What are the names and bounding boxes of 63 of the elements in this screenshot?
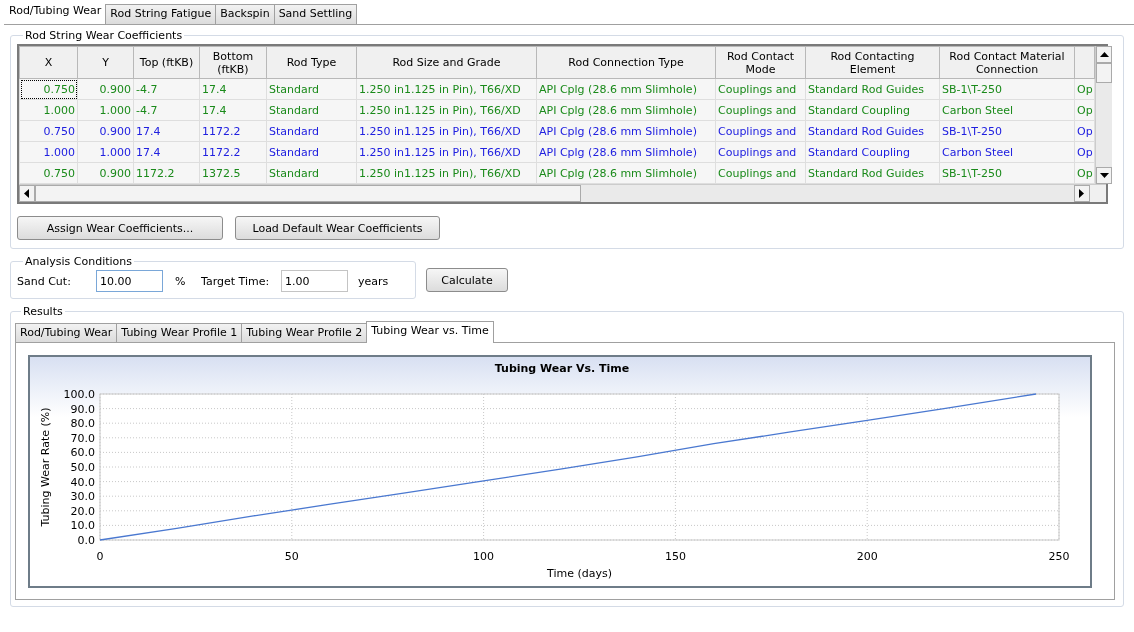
table-cell: 0.750 (19, 120, 78, 142)
column-header[interactable]: Rod Size and Grade (356, 46, 537, 79)
x-axis-title: Time (days) (547, 567, 612, 580)
table-cell: 0.750 (19, 162, 78, 184)
sand-cut-field[interactable]: 10.00 (96, 270, 163, 292)
tab[interactable]: Tubing Wear Profile 2 (241, 323, 368, 342)
tab[interactable]: Rod String Fatigue (105, 4, 217, 24)
up-arrow-icon (1099, 51, 1109, 58)
group-title: Rod String Wear Coefficients (24, 29, 184, 42)
target-time-field[interactable]: 1.00 (281, 270, 348, 292)
x-tick-label: 50 (284, 550, 299, 563)
horizontal-scrollbar[interactable] (19, 184, 1106, 202)
table-cell: 1.000 (19, 141, 78, 163)
x-tick-label: 200 (856, 550, 878, 563)
x-tick-label: 250 (1048, 550, 1070, 563)
field-label: Sand Cut: (17, 274, 72, 288)
left-arrow-icon (24, 189, 30, 198)
y-tick-label: 60.0 (70, 446, 95, 460)
unit-label: years (357, 274, 389, 288)
table-cell: 1.000 (19, 99, 78, 121)
action-button[interactable]: Assign Wear Coefficients... (17, 216, 223, 240)
calculate-button[interactable]: Calculate (426, 268, 508, 292)
column-header[interactable]: Y (77, 46, 134, 79)
column-header[interactable]: Rod Contact Material Connection (939, 46, 1075, 79)
tab[interactable]: Tubing Wear vs. Time (366, 321, 494, 343)
group-title: Analysis Conditions (24, 255, 134, 268)
y-tick-label: 80.0 (70, 417, 95, 431)
column-header[interactable] (1074, 46, 1095, 79)
right-arrow-icon (1079, 189, 1085, 198)
tab[interactable]: Tubing Wear Profile 1 (116, 323, 243, 342)
column-header[interactable]: Rod Type (266, 46, 357, 79)
y-tick-label: 50.0 (70, 461, 95, 474)
down-arrow-icon (1099, 172, 1109, 179)
scroll-thumb[interactable] (35, 185, 581, 202)
x-tick-label: 100 (473, 550, 495, 563)
column-header[interactable]: Rod Contacting Element (805, 46, 940, 79)
x-tick-label: 150 (664, 550, 686, 563)
unit-label: % (174, 274, 187, 288)
y-tick-label: 90.0 (70, 402, 95, 416)
tab[interactable]: Sand Settling (273, 4, 358, 24)
y-tick-label: 0.0 (77, 534, 95, 547)
field-label: Target Time: (201, 274, 271, 288)
tab[interactable]: Rod/Tubing Wear (15, 323, 118, 342)
column-header[interactable]: Rod Connection Type (536, 46, 716, 79)
y-tick-label: 100.0 (63, 388, 95, 401)
action-button[interactable]: Load Default Wear Coefficients (235, 216, 440, 240)
table-cell: 0.750 (19, 78, 78, 100)
tab[interactable]: Backspin (215, 4, 275, 24)
y-axis-title: Tubing Wear Rate (%) (39, 407, 52, 527)
y-tick-label: 10.0 (70, 519, 95, 533)
column-header[interactable]: Top (ftKB) (133, 46, 200, 79)
chart-title: Tubing Wear Vs. Time (494, 362, 630, 375)
vertical-scrollbar[interactable] (1095, 46, 1112, 184)
y-tick-label: 30.0 (70, 490, 95, 504)
y-tick-label: 40.0 (70, 475, 95, 489)
group-title: Results (22, 305, 64, 318)
y-tick-label: 70.0 (70, 431, 95, 445)
y-tick-label: 20.0 (70, 504, 95, 518)
column-header[interactable]: X (19, 46, 78, 79)
column-header[interactable]: Rod Contact Mode (715, 46, 806, 79)
scroll-thumb[interactable] (1096, 63, 1112, 83)
x-tick-label: 0 (96, 550, 104, 563)
column-header[interactable]: Bottom (ftKB) (199, 46, 267, 79)
